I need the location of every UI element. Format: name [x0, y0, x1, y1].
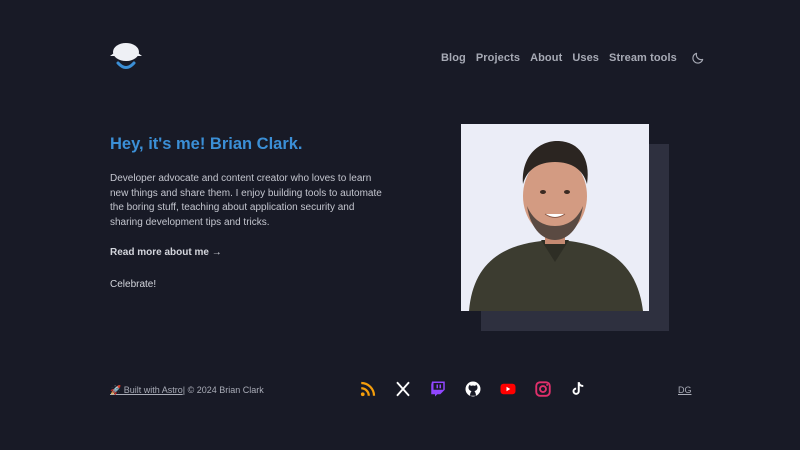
main-nav: Blog Projects About Uses Stream tools: [441, 51, 705, 65]
logo-brim: [110, 53, 142, 56]
x-icon[interactable]: [394, 380, 412, 398]
logo-smile: [116, 61, 136, 69]
github-icon[interactable]: [464, 380, 482, 398]
twitch-icon[interactable]: [429, 380, 447, 398]
tiktok-icon[interactable]: [569, 380, 587, 398]
read-more-link[interactable]: Read more about me →: [110, 247, 222, 258]
copyright-text: © 2024 Brian Clark: [185, 385, 264, 395]
built-with-astro-link[interactable]: 🚀 Built with Astro: [110, 385, 183, 395]
logo-top-shape: [113, 43, 139, 61]
nav-uses[interactable]: Uses: [572, 52, 599, 64]
social-links: [359, 380, 587, 398]
moon-icon[interactable]: [691, 51, 705, 65]
nav-blog[interactable]: Blog: [441, 52, 466, 64]
nav-stream-tools[interactable]: Stream tools: [609, 52, 677, 64]
site-logo[interactable]: [108, 39, 144, 73]
youtube-icon[interactable]: [499, 380, 517, 398]
footer-credits: 🚀 Built with Astro| © 2024 Brian Clark: [110, 385, 264, 396]
footer-dg-link[interactable]: DG: [678, 385, 692, 395]
profile-photo: [461, 124, 649, 311]
nav-about[interactable]: About: [530, 52, 562, 64]
nav-projects[interactable]: Projects: [476, 52, 520, 64]
hero-title: Hey, it's me! Brian Clark.: [110, 135, 303, 153]
celebrate-text[interactable]: Celebrate!: [110, 279, 156, 290]
rss-icon[interactable]: [359, 380, 377, 398]
hero-description: Developer advocate and content creator w…: [110, 173, 382, 228]
instagram-icon[interactable]: [534, 380, 552, 398]
